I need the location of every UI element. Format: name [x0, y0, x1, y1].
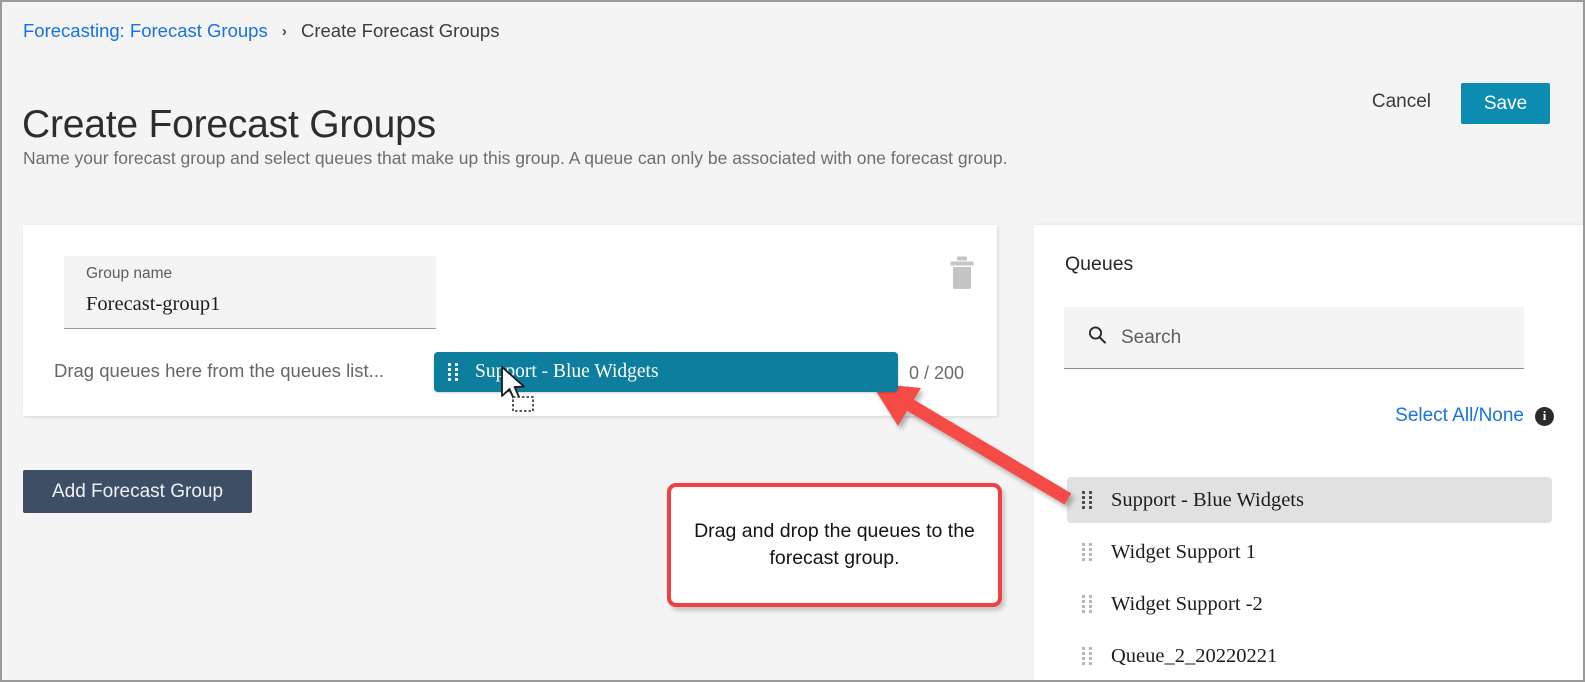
queues-panel-title: Queues: [1065, 253, 1134, 275]
breadcrumb-link-forecast-groups[interactable]: Forecasting: Forecast Groups: [23, 20, 268, 41]
dragged-queue-label: Support - Blue Widgets: [475, 361, 659, 382]
queue-label: Widget Support -2: [1111, 592, 1263, 615]
list-item[interactable]: Widget Support -2: [1067, 581, 1552, 627]
queues-panel: Queues Search Select All/None i Support …: [1034, 225, 1583, 680]
search-placeholder: Search: [1121, 326, 1182, 348]
select-all-row: Select All/None i: [1064, 405, 1554, 427]
save-button[interactable]: Save: [1461, 83, 1550, 124]
search-input[interactable]: Search: [1064, 307, 1524, 369]
info-icon[interactable]: i: [1535, 406, 1554, 426]
cancel-button[interactable]: Cancel: [1372, 91, 1431, 113]
add-forecast-group-button[interactable]: Add Forecast Group: [23, 470, 252, 513]
queue-list: Support - Blue Widgets Widget Support 1 …: [1034, 477, 1583, 680]
queue-counter: 0 / 200: [909, 363, 965, 383]
list-item[interactable]: Queue_2_20220221: [1067, 633, 1552, 679]
annotation-callout: Drag and drop the queues to the forecast…: [667, 483, 1002, 607]
search-icon: [1087, 325, 1107, 350]
page-description: Name your forecast group and select queu…: [23, 148, 1008, 168]
drag-handle-icon[interactable]: [1082, 595, 1094, 613]
annotation-callout-text: Drag and drop the queues to the forecast…: [694, 520, 975, 569]
drag-handle-icon[interactable]: [448, 363, 460, 381]
group-name-value: Forecast-group1: [86, 292, 221, 315]
dragged-queue-chip[interactable]: Support - Blue Widgets: [434, 352, 898, 392]
drag-handle-icon[interactable]: [1082, 647, 1094, 665]
list-item[interactable]: Widget Support 1: [1067, 529, 1552, 575]
select-all-none-link[interactable]: Select All/None: [1395, 405, 1524, 427]
breadcrumb-current: Create Forecast Groups: [301, 20, 500, 41]
screenshot-frame: Forecasting: Forecast Groups › Create Fo…: [0, 0, 1585, 682]
queue-label: Widget Support 1: [1111, 540, 1256, 563]
trash-icon[interactable]: [947, 255, 977, 293]
queue-label: Support - Blue Widgets: [1111, 488, 1304, 511]
drop-zone-hint: Drag queues here from the queues list...: [54, 360, 385, 381]
chevron-right-icon: ›: [281, 23, 287, 40]
page-title: Create Forecast Groups: [22, 103, 436, 147]
list-item[interactable]: Support - Blue Widgets: [1067, 477, 1552, 523]
drag-handle-icon[interactable]: [1082, 491, 1094, 509]
group-name-input[interactable]: Group name Forecast-group1: [64, 256, 436, 329]
breadcrumb: Forecasting: Forecast Groups › Create Fo…: [23, 20, 500, 41]
queue-label: Queue_2_20220221: [1111, 644, 1278, 667]
group-name-label: Group name: [86, 265, 173, 282]
drag-handle-icon[interactable]: [1082, 543, 1094, 561]
